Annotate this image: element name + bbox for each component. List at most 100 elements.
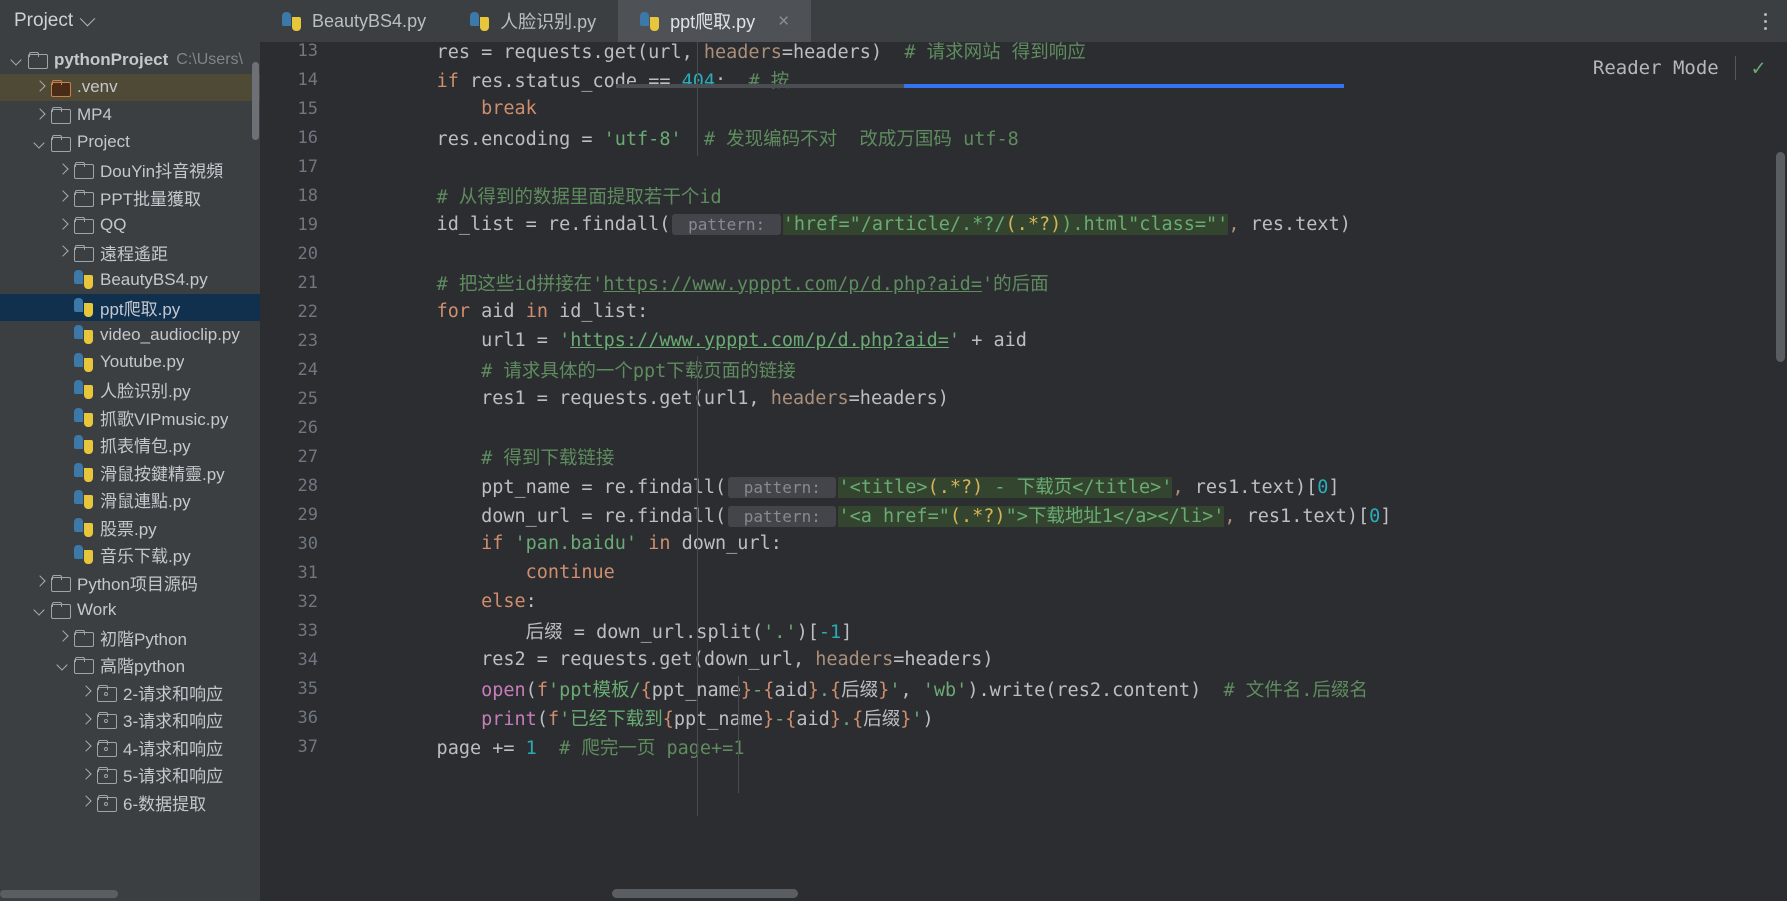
tree-row[interactable]: ppt爬取.py (0, 293, 260, 321)
tree-row[interactable]: 2-请求和响应 (0, 679, 260, 707)
chevron-right-icon[interactable] (56, 246, 69, 259)
code-text[interactable]: open(f'ppt模板/{ppt_name}-{aid}.{后缀}', 'wb… (334, 676, 1368, 702)
code-line[interactable]: 26 (260, 413, 1787, 442)
code-line[interactable]: 33 后缀 = down_url.split('.')[-1] (260, 616, 1787, 645)
tree-row[interactable]: QQ (0, 211, 260, 239)
code-text[interactable]: down_url = re.findall( pattern: '<a href… (334, 502, 1391, 528)
code-line[interactable]: 23 url1 = 'https://www.ypppt.com/p/d.php… (260, 326, 1787, 355)
chevron-right-icon[interactable] (79, 741, 92, 754)
project-tool-window-button[interactable]: Project (0, 0, 260, 42)
code-line[interactable]: 21 # 把这些id拼接在'https://www.ypppt.com/p/d.… (260, 268, 1787, 297)
sidebar-vertical-scrollbar[interactable] (252, 62, 259, 140)
code-text[interactable]: res1 = requests.get(url1, headers=header… (334, 388, 949, 409)
code-text[interactable]: break (334, 98, 537, 119)
tree-row[interactable]: 股票.py (0, 514, 260, 542)
chevron-right-icon[interactable] (79, 796, 92, 809)
code-line[interactable]: 17 (260, 152, 1787, 181)
code-text[interactable]: id_list = re.findall( pattern: 'href="/a… (334, 214, 1351, 235)
tree-row[interactable]: 5-请求和响应 (0, 761, 260, 789)
editor-horizontal-scrollbar[interactable] (612, 889, 798, 898)
tree-row[interactable]: MP4 (0, 101, 260, 129)
tree-row[interactable]: 初階Python (0, 624, 260, 652)
code-line[interactable]: 24 # 请求具体的一个ppt下载页面的链接 (260, 355, 1787, 384)
code-text[interactable]: # 从得到的数据里面提取若干个id (334, 183, 722, 209)
tree-row[interactable]: 遠程遙距 (0, 239, 260, 267)
code-line[interactable]: 13 res = requests.get(url, headers=heade… (260, 42, 1787, 65)
code-text[interactable]: for aid in id_list: (334, 301, 649, 322)
tree-row[interactable]: Project (0, 129, 260, 157)
tree-row[interactable]: 音乐下载.py (0, 541, 260, 569)
code-line[interactable]: 36 print(f'已经下载到{ppt_name}-{aid}.{后缀}') (260, 703, 1787, 732)
tree-row[interactable]: .venv (0, 73, 260, 101)
chevron-right-icon[interactable] (33, 81, 46, 94)
code-text[interactable]: continue (334, 562, 615, 583)
code-line[interactable]: 30 if 'pan.baidu' in down_url: (260, 529, 1787, 558)
tree-row[interactable]: 3-请求和响应 (0, 706, 260, 734)
code-text[interactable]: res = requests.get(url, headers=headers)… (334, 42, 1086, 64)
chevron-right-icon[interactable] (56, 218, 69, 231)
chevron-down-icon[interactable] (33, 603, 46, 616)
code-text[interactable]: page += 1 # 爬完一页 page+=1 (334, 734, 745, 760)
reader-mode-badge[interactable]: Reader Mode ✓ (1566, 42, 1787, 94)
editor-vertical-scrollbar[interactable] (1776, 152, 1785, 362)
tree-row[interactable]: 高階python (0, 651, 260, 679)
tree-row[interactable]: pythonProject C:\Users\ (0, 46, 260, 74)
code-line[interactable]: 19 id_list = re.findall( pattern: 'href=… (260, 210, 1787, 239)
code-line[interactable]: 35 open(f'ppt模板/{ppt_name}-{aid}.{后缀}', … (260, 674, 1787, 703)
chevron-right-icon[interactable] (33, 108, 46, 121)
code-line[interactable]: 22 for aid in id_list: (260, 297, 1787, 326)
code-line[interactable]: 15 break (260, 94, 1787, 123)
tree-row[interactable]: Youtube.py (0, 349, 260, 377)
code-editor[interactable]: Reader Mode ✓ 13 res = requests.get(url,… (260, 42, 1787, 901)
horizontal-scroll-thumb-top[interactable] (904, 84, 1344, 88)
code-line[interactable]: 28 ppt_name = re.findall( pattern: '<tit… (260, 471, 1787, 500)
chevron-down-icon[interactable] (33, 136, 46, 149)
code-line[interactable]: 14 if res.status_code == 404: # 按 (260, 65, 1787, 94)
code-text[interactable]: print(f'已经下载到{ppt_name}-{aid}.{后缀}') (334, 705, 934, 731)
tree-row[interactable]: 人脸识别.py (0, 376, 260, 404)
code-text[interactable]: res2 = requests.get(down_url, headers=he… (334, 649, 993, 670)
editor-tab-beautybs4[interactable]: BeautyBS4.py (260, 0, 448, 42)
chevron-right-icon[interactable] (56, 631, 69, 644)
code-line[interactable]: 31 continue (260, 558, 1787, 587)
tree-row[interactable]: 滑鼠連點.py (0, 486, 260, 514)
tree-row[interactable]: video_audioclip.py (0, 321, 260, 349)
tree-row[interactable]: PPT批量獲取 (0, 184, 260, 212)
chevron-right-icon[interactable] (79, 713, 92, 726)
code-text[interactable]: # 得到下载链接 (334, 444, 614, 470)
code-text[interactable]: if 'pan.baidu' in down_url: (334, 533, 782, 554)
code-text[interactable]: ppt_name = re.findall( pattern: '<title>… (334, 473, 1340, 499)
project-tree[interactable]: pythonProject C:\Users\ .venv MP4 Project Dou… (0, 46, 260, 816)
code-line[interactable]: 20 (260, 239, 1787, 268)
code-text[interactable]: if res.status_code == 404: # 按 (334, 67, 790, 93)
more-vertical-icon[interactable] (1743, 0, 1787, 42)
code-line[interactable]: 32 else: (260, 587, 1787, 616)
close-icon[interactable]: × (778, 12, 789, 31)
code-text[interactable]: res.encoding = 'utf-8' # 发现编码不对 改成万国码 ut… (334, 125, 1019, 151)
chevron-right-icon[interactable] (56, 191, 69, 204)
chevron-right-icon[interactable] (79, 768, 92, 781)
sidebar-horizontal-scrollbar[interactable] (0, 890, 118, 898)
tree-row[interactable]: DouYin抖音視頻 (0, 156, 260, 184)
tree-row[interactable]: 抓歌VIPmusic.py (0, 404, 260, 432)
tree-row[interactable]: 抓表情包.py (0, 431, 260, 459)
tree-row[interactable]: BeautyBS4.py (0, 266, 260, 294)
code-line[interactable]: 16 res.encoding = 'utf-8' # 发现编码不对 改成万国码… (260, 123, 1787, 152)
tree-row[interactable]: 滑鼠按鍵精靈.py (0, 459, 260, 487)
code-text[interactable]: url1 = 'https://www.ypppt.com/p/d.php?ai… (334, 330, 1027, 351)
editor-tab-ppt-crawler[interactable]: ppt爬取.py × (618, 0, 812, 42)
code-text[interactable]: 后缀 = down_url.split('.')[-1] (334, 618, 853, 644)
check-icon[interactable]: ✓ (1752, 56, 1765, 81)
code-line[interactable]: 37 page += 1 # 爬完一页 page+=1 (260, 732, 1787, 761)
tree-row[interactable]: Python项目源码 (0, 569, 260, 597)
chevron-right-icon[interactable] (33, 576, 46, 589)
project-tree-panel[interactable]: pythonProject C:\Users\ .venv MP4 Project Dou… (0, 42, 260, 901)
chevron-down-icon[interactable] (79, 10, 96, 26)
code-line[interactable]: 18 # 从得到的数据里面提取若干个id (260, 181, 1787, 210)
code-lines[interactable]: 13 res = requests.get(url, headers=heade… (260, 42, 1787, 816)
code-line[interactable]: 29 down_url = re.findall( pattern: '<a h… (260, 500, 1787, 529)
chevron-right-icon[interactable] (79, 686, 92, 699)
code-line[interactable]: 25 res1 = requests.get(url1, headers=hea… (260, 384, 1787, 413)
chevron-down-icon[interactable] (56, 658, 69, 671)
tree-row[interactable]: 6-数据提取 (0, 789, 260, 817)
